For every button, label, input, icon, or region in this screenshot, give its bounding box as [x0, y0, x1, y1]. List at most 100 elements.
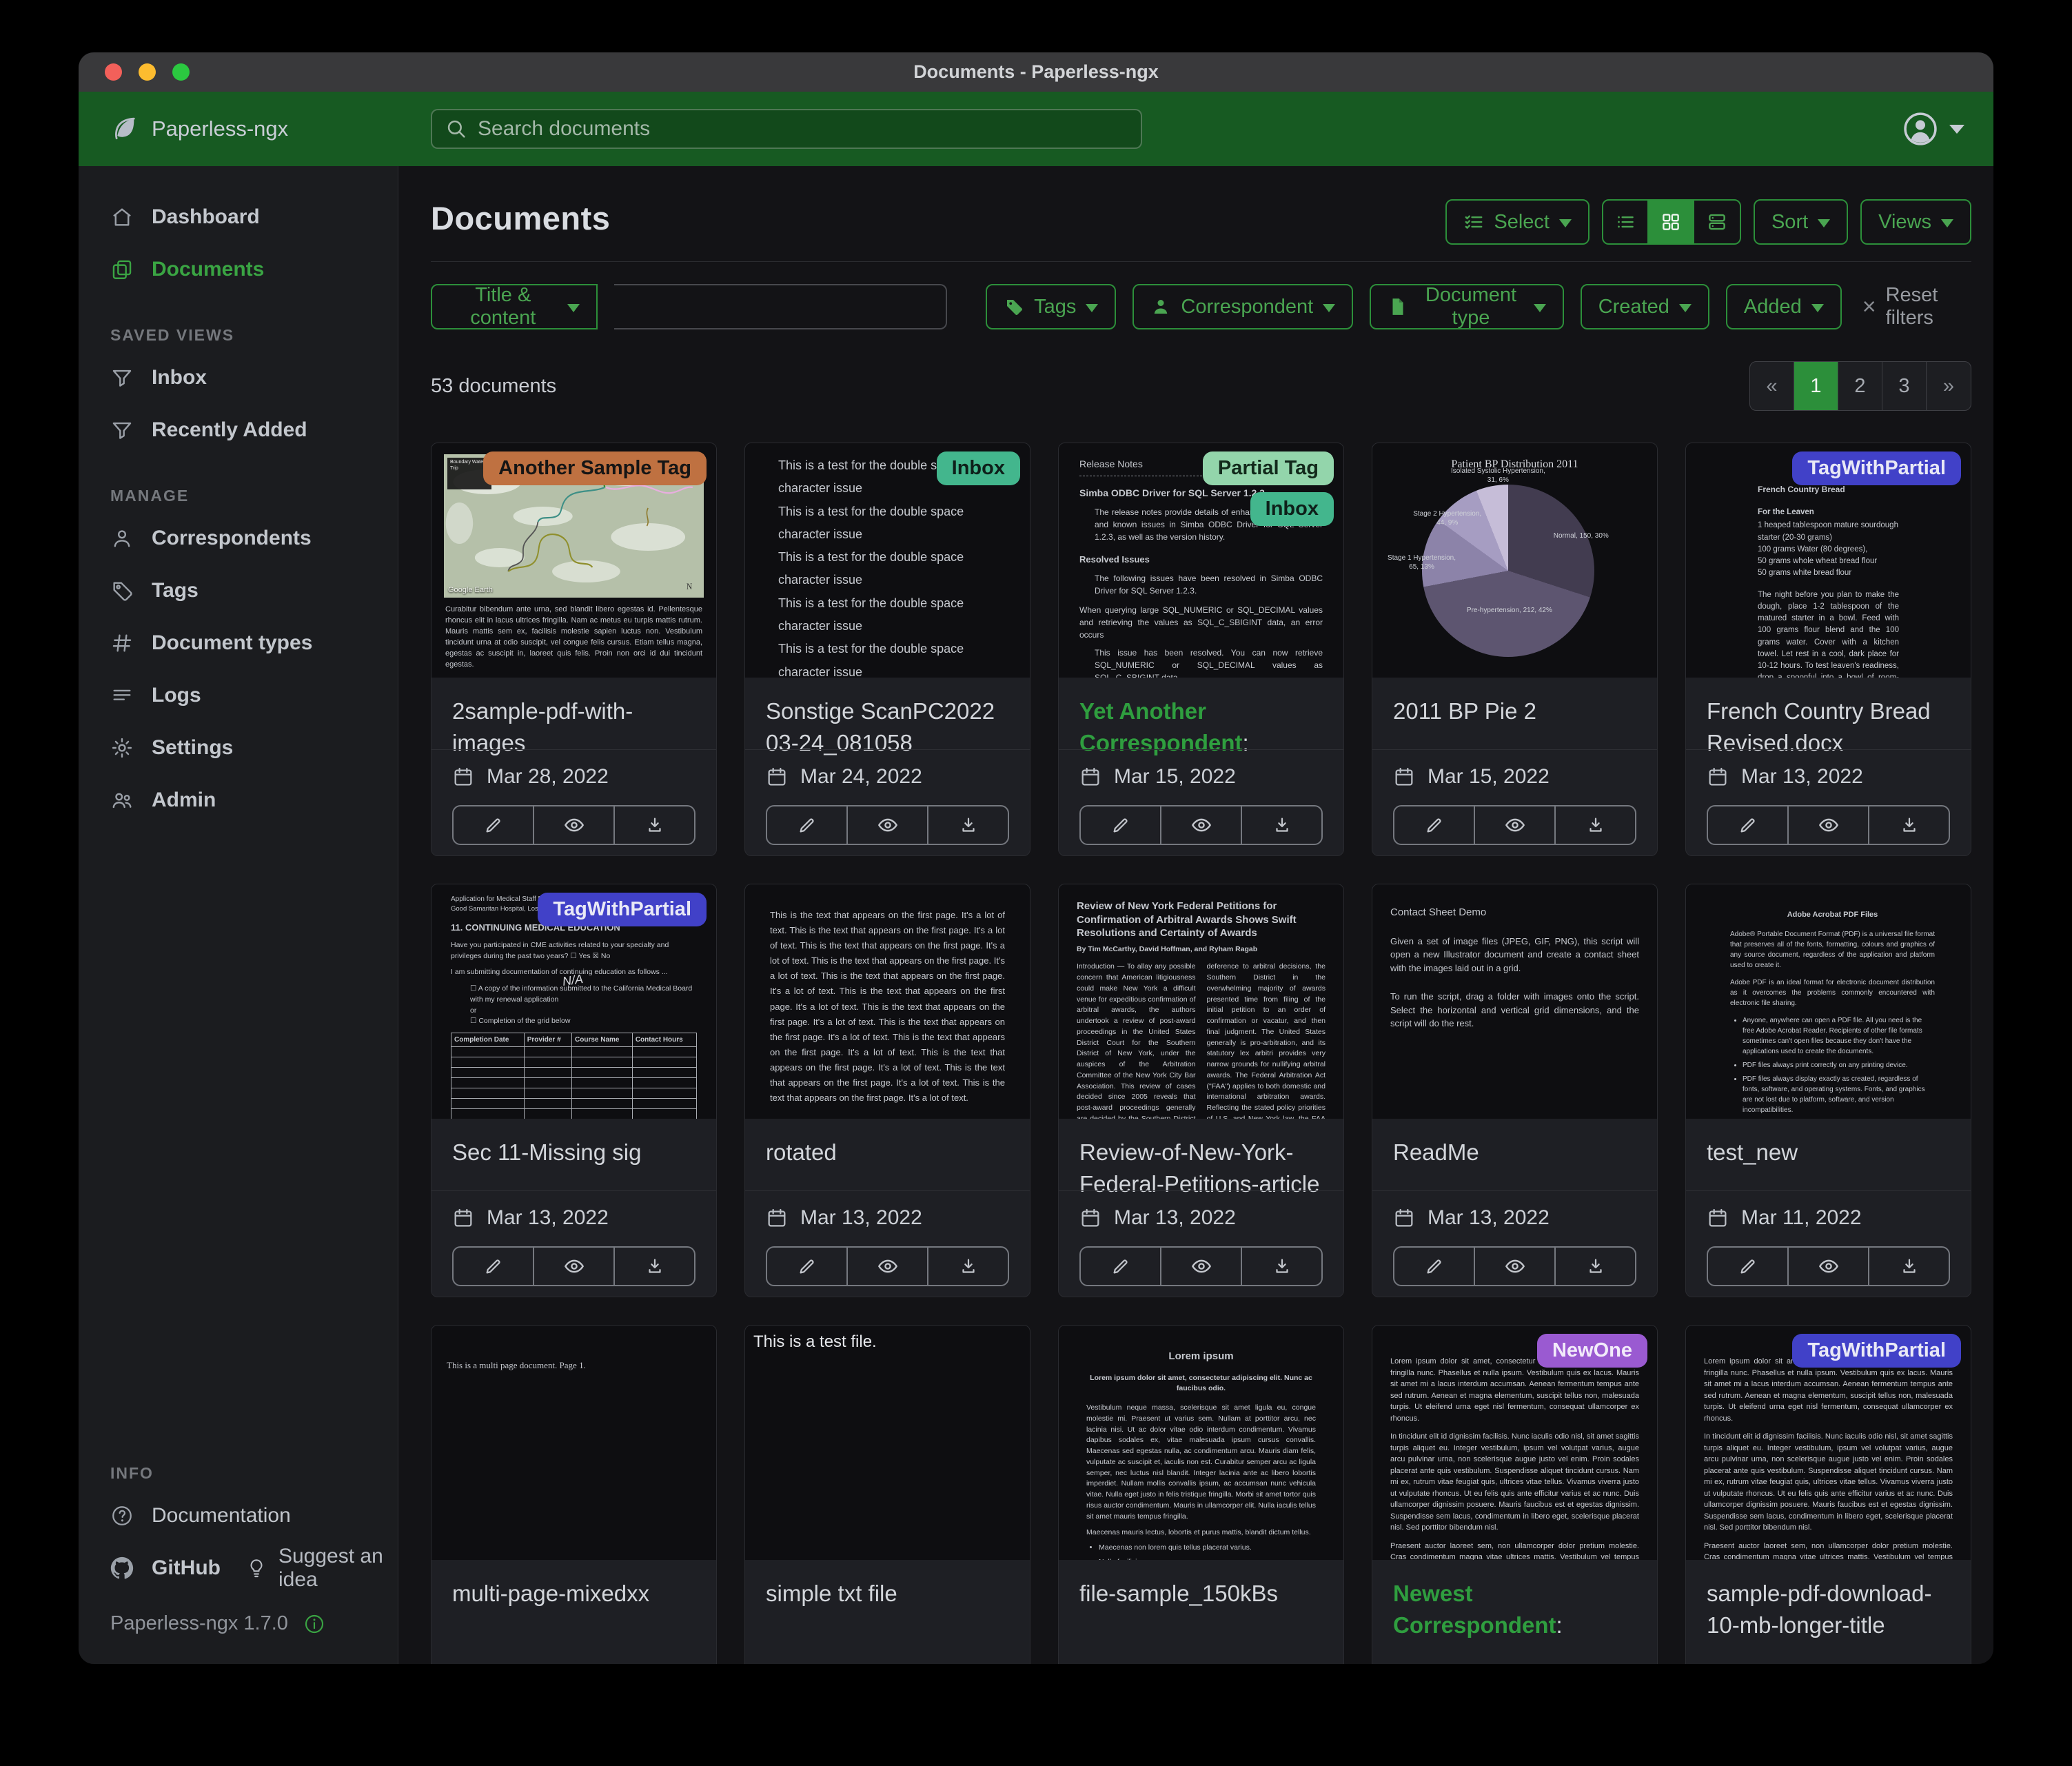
preview-button[interactable] [848, 1248, 928, 1285]
download-button[interactable] [1556, 806, 1635, 844]
document-title-link[interactable]: sample-pdf-download-10-mb-longer-title [1707, 1578, 1950, 1641]
document-card[interactable]: Lorem ipsum dolor sit amet, consectetur … [1685, 1325, 1971, 1664]
pagination-last[interactable]: » [1927, 362, 1971, 410]
download-button[interactable] [928, 806, 1008, 844]
reset-filters-button[interactable]: × Reset filters [1862, 284, 1971, 329]
document-title-link[interactable]: Sec 11-Missing sig [452, 1137, 695, 1168]
document-card[interactable]: Application for Medical Staff MembersGoo… [431, 884, 717, 1297]
tag-badge[interactable]: Inbox [937, 451, 1020, 485]
view-list-button[interactable] [1603, 201, 1649, 243]
document-thumbnail[interactable]: This is a test for the double space char… [745, 443, 1030, 678]
document-thumbnail[interactable]: Lorem ipsumLorem ipsum dolor sit amet, c… [1059, 1326, 1343, 1560]
user-menu[interactable] [1901, 92, 1964, 166]
preview-button[interactable] [534, 1248, 615, 1285]
document-card[interactable]: Review of New York Federal Petitions for… [1058, 884, 1344, 1297]
document-title-link[interactable]: 2011 BP Pie 2 [1393, 696, 1636, 727]
sort-button[interactable]: Sort [1754, 199, 1848, 245]
sidebar-item-dashboard[interactable]: Dashboard [79, 191, 398, 243]
preview-button[interactable] [1161, 806, 1242, 844]
document-thumbnail[interactable]: French Country BreadFor the Leaven1 heap… [1686, 443, 1971, 678]
edit-button[interactable] [1708, 806, 1789, 844]
tags-filter-button[interactable]: Tags [986, 284, 1116, 329]
tag-badge[interactable]: Another Sample Tag [483, 451, 707, 485]
document-title-link[interactable]: Newest Correspondent: f_combineds [1393, 1578, 1636, 1644]
download-button[interactable] [615, 806, 694, 844]
sidebar-item-tags[interactable]: Tags [79, 565, 398, 617]
sidebar-item-documents[interactable]: Documents [79, 243, 398, 296]
preview-button[interactable] [1475, 1248, 1556, 1285]
title-content-dropdown[interactable]: Title & content [431, 284, 598, 329]
download-button[interactable] [1869, 1248, 1949, 1285]
search-input[interactable] [478, 117, 1128, 141]
preview-button[interactable] [1161, 1248, 1242, 1285]
preview-button[interactable] [848, 806, 928, 844]
document-card[interactable]: This is a test for the double space char… [744, 443, 1030, 856]
added-filter-button[interactable]: Added [1726, 284, 1842, 329]
pagination-page-2[interactable]: 2 [1838, 362, 1882, 410]
pagination-first[interactable]: « [1750, 362, 1794, 410]
document-title-link[interactable]: ReadMe [1393, 1137, 1636, 1168]
document-thumbnail[interactable]: Lorem ipsum dolor sit amet, consectetur … [1372, 1326, 1657, 1560]
sidebar-item-inbox[interactable]: Inbox [79, 352, 398, 404]
views-button[interactable]: Views [1860, 199, 1971, 245]
document-thumbnail[interactable]: NBoundary Waters TripGoogle EarthCurabit… [431, 443, 716, 678]
edit-button[interactable] [767, 1248, 848, 1285]
sidebar-item-document-types[interactable]: Document types [79, 617, 398, 669]
document-thumbnail[interactable]: Adobe Acrobat PDF FilesAdobe® Portable D… [1686, 884, 1971, 1119]
sidebar-item-github[interactable]: GitHub [79, 1542, 221, 1594]
edit-button[interactable] [454, 1248, 534, 1285]
document-type-filter-button[interactable]: Document type [1370, 284, 1563, 329]
download-button[interactable] [1242, 806, 1321, 844]
sidebar-item-settings[interactable]: Settings [79, 722, 398, 774]
download-button[interactable] [1869, 806, 1949, 844]
view-grid-button[interactable] [1649, 201, 1694, 243]
edit-button[interactable] [1081, 1248, 1161, 1285]
document-card[interactable]: Patient BP Distribution 2011Isolated Sys… [1372, 443, 1658, 856]
sidebar-item-documentation[interactable]: Documentation [79, 1490, 398, 1542]
tag-badge[interactable]: TagWithPartial [538, 893, 707, 926]
tag-badge[interactable]: Partial Tag [1203, 451, 1334, 485]
tag-badge[interactable]: TagWithPartial [1792, 451, 1961, 485]
document-thumbnail[interactable]: Patient BP Distribution 2011Isolated Sys… [1372, 443, 1657, 678]
document-thumbnail[interactable]: This is a multi page document. Page 1. [431, 1326, 716, 1560]
download-button[interactable] [1242, 1248, 1321, 1285]
tag-badge[interactable]: Inbox [1250, 492, 1334, 526]
created-filter-button[interactable]: Created [1581, 284, 1709, 329]
correspondent-filter-button[interactable]: Correspondent [1133, 284, 1353, 329]
document-title-link[interactable]: test_new [1707, 1137, 1950, 1168]
sidebar-item-recently-added[interactable]: Recently Added [79, 404, 398, 456]
sidebar-item-logs[interactable]: Logs [79, 669, 398, 722]
maximize-window-button[interactable] [172, 63, 190, 81]
pagination-page-3[interactable]: 3 [1882, 362, 1927, 410]
edit-button[interactable] [1394, 806, 1475, 844]
document-title-link[interactable]: rotated [766, 1137, 1009, 1168]
minimize-window-button[interactable] [139, 63, 156, 81]
document-card[interactable]: French Country BreadFor the Leaven1 heap… [1685, 443, 1971, 856]
document-title-link[interactable]: simple txt file [766, 1578, 1009, 1610]
document-card[interactable]: Lorem ipsum dolor sit amet, consectetur … [1372, 1325, 1658, 1664]
document-card[interactable]: NBoundary Waters TripGoogle EarthCurabit… [431, 443, 717, 856]
document-card[interactable]: Lorem ipsumLorem ipsum dolor sit amet, c… [1058, 1325, 1344, 1664]
preview-button[interactable] [534, 806, 615, 844]
sidebar-item-correspondents[interactable]: Correspondents [79, 512, 398, 565]
document-thumbnail[interactable]: Release NotesSimba ODBC Driver for SQL S… [1059, 443, 1343, 678]
edit-button[interactable] [1708, 1248, 1789, 1285]
document-thumbnail[interactable]: This is a test file. [745, 1326, 1030, 1560]
pagination-page-1[interactable]: 1 [1794, 362, 1838, 410]
document-title-link[interactable]: multi-page-mixedxx [452, 1578, 695, 1610]
document-card[interactable]: This is a multi page document. Page 1. mu… [431, 1325, 717, 1664]
preview-button[interactable] [1789, 1248, 1869, 1285]
edit-button[interactable] [1394, 1248, 1475, 1285]
document-card[interactable]: Adobe Acrobat PDF FilesAdobe® Portable D… [1685, 884, 1971, 1297]
view-details-button[interactable] [1694, 201, 1740, 243]
document-thumbnail[interactable]: Contact Sheet DemoGiven a set of image f… [1372, 884, 1657, 1119]
edit-button[interactable] [767, 806, 848, 844]
document-card[interactable]: Release NotesSimba ODBC Driver for SQL S… [1058, 443, 1344, 856]
preview-button[interactable] [1475, 806, 1556, 844]
document-thumbnail[interactable]: This is the text that appears on the fir… [745, 884, 1030, 1119]
download-button[interactable] [615, 1248, 694, 1285]
download-button[interactable] [1556, 1248, 1635, 1285]
preview-button[interactable] [1789, 806, 1869, 844]
tag-badge[interactable]: NewOne [1537, 1334, 1647, 1368]
select-button[interactable]: Select [1445, 199, 1589, 245]
